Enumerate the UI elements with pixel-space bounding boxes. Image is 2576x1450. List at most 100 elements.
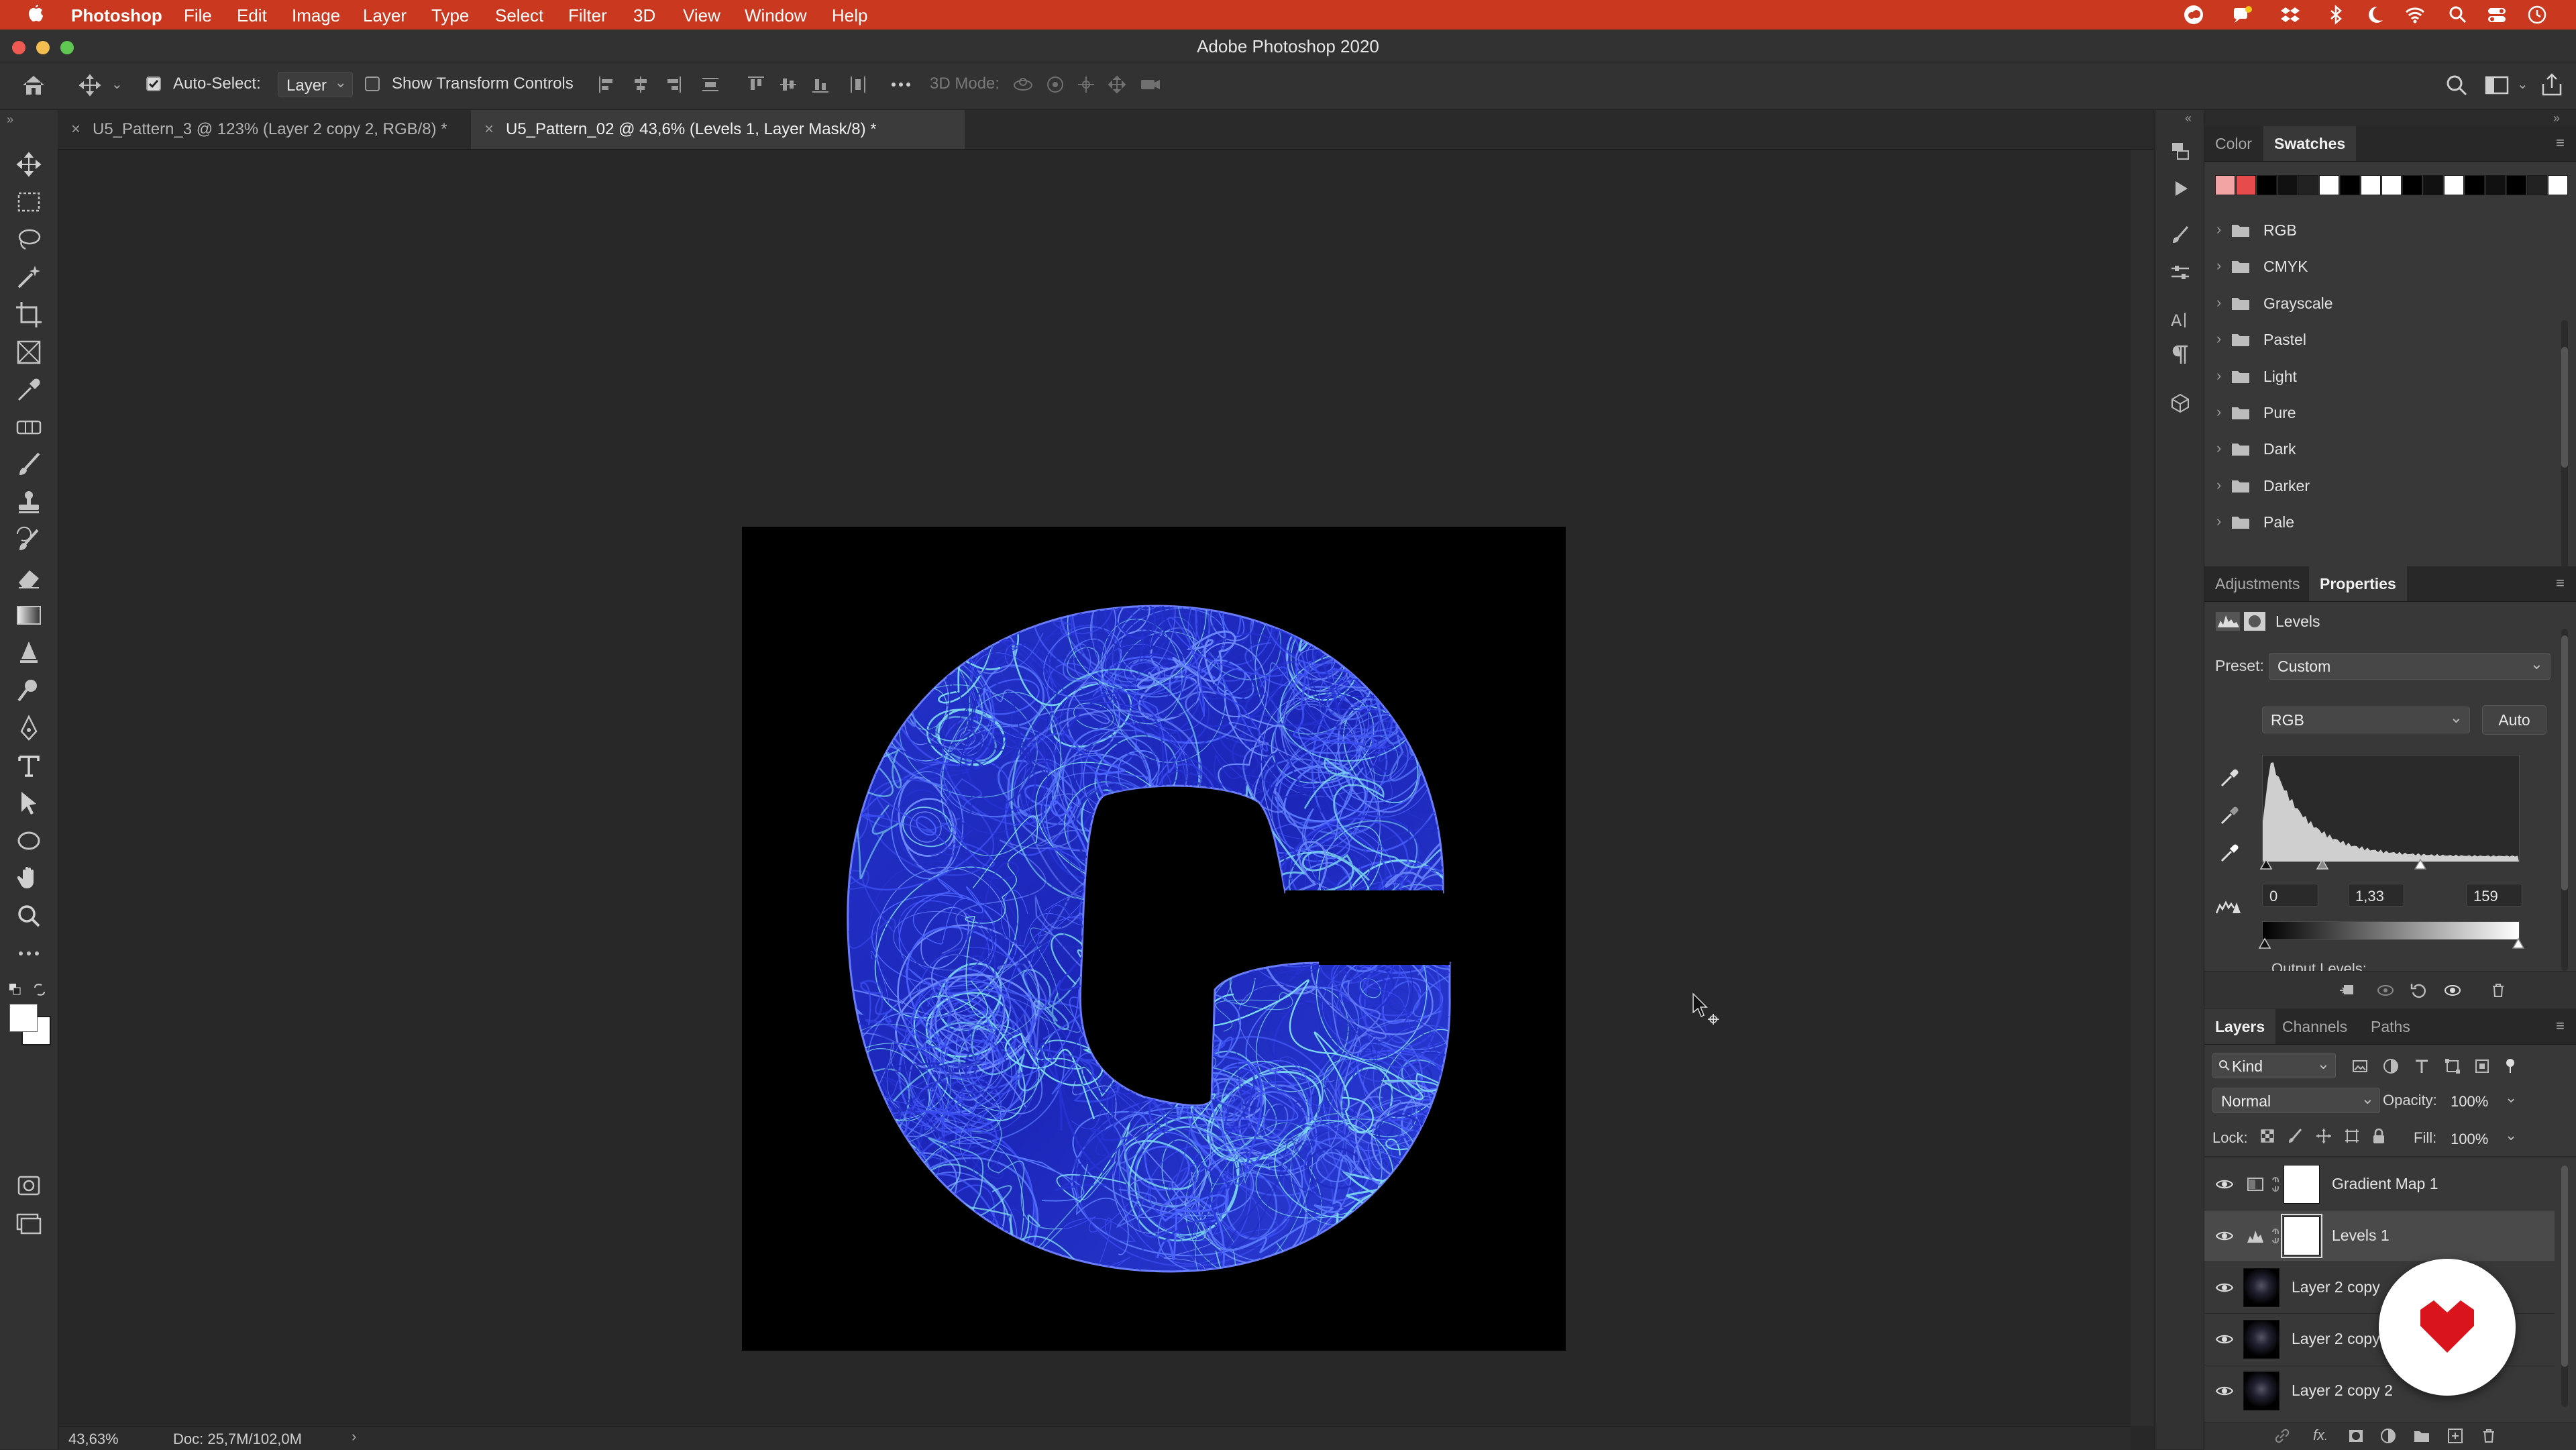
- move-tool-icon[interactable]: [13, 149, 44, 180]
- swatch-group-pastel[interactable]: › Pastel: [2204, 322, 2567, 358]
- chevron-right-icon[interactable]: ›: [2216, 439, 2221, 457]
- magic-wand-tool-icon[interactable]: [13, 262, 44, 293]
- actions-panel-icon[interactable]: [2169, 177, 2192, 200]
- screen-mode-icon[interactable]: [13, 1208, 44, 1239]
- foreground-color-swatch-front[interactable]: [9, 1004, 38, 1032]
- chain-link-icon[interactable]: [2269, 1175, 2282, 1194]
- menu-help[interactable]: Help: [832, 5, 867, 26]
- more-tools-icon[interactable]: [13, 938, 44, 969]
- pen-tool-icon[interactable]: [13, 713, 44, 743]
- collapse-icon[interactable]: »: [2553, 111, 2560, 125]
- tab-channels[interactable]: Channels: [2271, 1009, 2358, 1044]
- black-point-eyedropper-icon[interactable]: [2219, 767, 2241, 788]
- panel-menu-icon[interactable]: ≡: [2556, 1017, 2565, 1035]
- input-white-field[interactable]: 159: [2466, 884, 2522, 907]
- tab-paths[interactable]: Paths: [2360, 1009, 2421, 1044]
- layer-thumbnail[interactable]: [2243, 1268, 2279, 1307]
- properties-scrollbar[interactable]: [2561, 629, 2568, 971]
- more-options-icon[interactable]: [890, 74, 912, 95]
- delete-layer-icon[interactable]: [2479, 1427, 2498, 1445]
- close-tab-icon[interactable]: ×: [71, 110, 80, 149]
- move-tool-preset-icon[interactable]: [78, 73, 102, 97]
- gamma-input-slider[interactable]: [2316, 858, 2329, 870]
- ellipse-tool-icon[interactable]: [13, 825, 44, 856]
- filter-smart-object-icon[interactable]: [2473, 1057, 2491, 1076]
- color-swatch[interactable]: [2236, 175, 2256, 195]
- menu-filter[interactable]: Filter: [568, 5, 607, 26]
- chevron-right-icon[interactable]: ›: [2216, 257, 2221, 274]
- creative-cloud-icon[interactable]: [2183, 4, 2204, 25]
- lock-transparent-icon[interactable]: [2258, 1127, 2277, 1145]
- swatch-group-light[interactable]: › Light: [2204, 359, 2567, 395]
- status-menu-chevron-icon[interactable]: ›: [352, 1428, 356, 1445]
- doc-tab-pattern-02[interactable]: × U5_Pattern_02 @ 43,6% (Levels 1, Layer…: [471, 110, 965, 149]
- type-tool-icon[interactable]: [13, 750, 44, 781]
- visibility-eye-icon[interactable]: [2215, 1279, 2234, 1296]
- link-layers-icon[interactable]: [2273, 1427, 2292, 1445]
- canvas-area[interactable]: [59, 150, 2131, 1426]
- brush-settings-panel-icon[interactable]: [2169, 224, 2192, 247]
- hand-tool-icon[interactable]: [13, 863, 44, 894]
- menu-file[interactable]: File: [184, 5, 212, 26]
- zoom-level[interactable]: 43,63%: [68, 1431, 119, 1448]
- swatch-group-grayscale[interactable]: › Grayscale: [2204, 286, 2567, 322]
- color-swatch[interactable]: [2465, 175, 2485, 195]
- menu-layer[interactable]: Layer: [363, 5, 407, 26]
- preset-dropdown[interactable]: Custom ⌄: [2269, 653, 2551, 680]
- show-transform-checkbox[interactable]: [365, 76, 380, 91]
- 3d-pan-icon[interactable]: [1076, 74, 1096, 95]
- output-white-slider[interactable]: [2512, 937, 2525, 949]
- collapse-icon[interactable]: «: [2185, 111, 2192, 125]
- tab-properties[interactable]: Properties: [2309, 566, 2407, 601]
- visibility-eye-icon[interactable]: [2215, 1227, 2234, 1245]
- 3d-slide-icon[interactable]: [1107, 74, 1127, 95]
- tab-layers[interactable]: Layers: [2204, 1009, 2276, 1044]
- color-swatch[interactable]: [2444, 175, 2464, 195]
- auto-button[interactable]: Auto: [2482, 705, 2546, 735]
- calculate-levels-icon[interactable]: [2215, 896, 2242, 916]
- color-swatch[interactable]: [2257, 175, 2277, 195]
- 3d-panel-icon[interactable]: [2169, 392, 2192, 415]
- apple-icon[interactable]: [27, 4, 44, 24]
- align-left-icon[interactable]: [597, 74, 617, 95]
- black-input-slider[interactable]: [2259, 858, 2273, 870]
- color-swatch[interactable]: [2277, 175, 2298, 195]
- eyedropper-tool-icon[interactable]: [13, 374, 44, 405]
- color-swatch[interactable]: [2402, 175, 2422, 195]
- layer-mask-icon[interactable]: [2243, 611, 2266, 631]
- 3d-orbit-icon[interactable]: [1012, 74, 1034, 95]
- clone-stamp-tool-icon[interactable]: [13, 487, 44, 518]
- chevron-down-icon[interactable]: ⌄: [2505, 1127, 2517, 1144]
- wifi-icon[interactable]: [2404, 4, 2426, 25]
- brush-tool-icon[interactable]: [13, 450, 44, 480]
- blur-tool-icon[interactable]: [13, 637, 44, 668]
- color-swatch[interactable]: [2381, 175, 2402, 195]
- panel-menu-icon[interactable]: ≡: [2556, 134, 2565, 152]
- reset-icon[interactable]: [2410, 981, 2428, 1000]
- doc-tab-pattern-3[interactable]: × U5_Pattern_3 @ 123% (Layer 2 copy 2, R…: [58, 110, 471, 149]
- color-swatch[interactable]: [2319, 175, 2339, 195]
- filter-toggle-icon[interactable]: [2501, 1057, 2520, 1076]
- dropbox-icon[interactable]: [2279, 4, 2301, 25]
- view-previous-state-icon[interactable]: [2376, 981, 2395, 1000]
- layer-mask-thumbnail[interactable]: [2281, 1214, 2322, 1258]
- swatch-group-rgb[interactable]: › RGB: [2204, 213, 2567, 249]
- chain-link-icon[interactable]: [2269, 1227, 2282, 1245]
- align-right-icon[interactable]: [663, 74, 683, 95]
- layer-style-icon[interactable]: fx.: [2313, 1427, 2328, 1444]
- panel-menu-icon[interactable]: ≡: [2556, 574, 2565, 592]
- search-icon[interactable]: [2445, 73, 2469, 97]
- swatch-group-pale[interactable]: › Pale: [2204, 505, 2567, 541]
- lock-position-icon[interactable]: [2314, 1127, 2333, 1145]
- color-swatch[interactable]: [2506, 175, 2526, 195]
- layer-thumbnail[interactable]: [2243, 1371, 2279, 1410]
- dodge-tool-icon[interactable]: [13, 675, 44, 706]
- distribute-icon[interactable]: [700, 74, 720, 95]
- close-tab-icon[interactable]: ×: [484, 110, 494, 149]
- white-point-eyedropper-icon[interactable]: [2219, 842, 2241, 864]
- color-swatch[interactable]: [2298, 175, 2318, 195]
- menu-edit[interactable]: Edit: [237, 5, 267, 26]
- color-swatch[interactable]: [2527, 175, 2547, 195]
- spotlight-search-icon[interactable]: [2447, 4, 2469, 25]
- clip-to-layer-icon[interactable]: [2337, 981, 2356, 1000]
